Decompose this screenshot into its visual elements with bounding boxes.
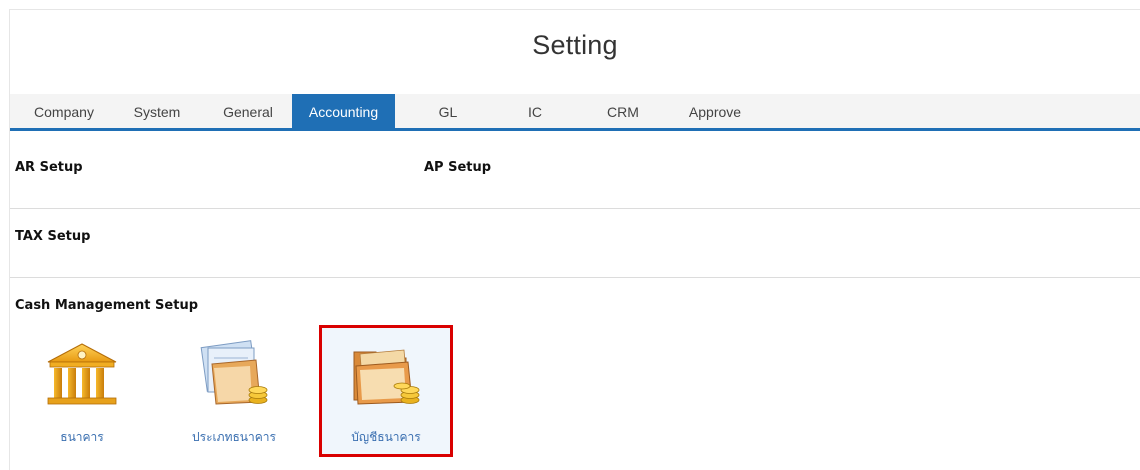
tab-approve[interactable]: Approve	[677, 94, 753, 128]
tile-label: ธนาคาร	[60, 430, 104, 444]
tab-company[interactable]: Company	[19, 94, 109, 128]
tab-general[interactable]: General	[206, 94, 290, 128]
section-tax-setup: TAX Setup	[15, 229, 91, 244]
tab-ic[interactable]: IC	[510, 94, 560, 128]
section-ap-setup: AP Setup	[424, 160, 492, 175]
section-divider	[10, 277, 1140, 278]
section-cash-management-setup: Cash Management Setup	[15, 298, 199, 313]
section-divider	[10, 208, 1140, 209]
tab-system[interactable]: System	[120, 94, 194, 128]
tile-bank[interactable]: ธนาคาร	[18, 328, 146, 454]
tile-bank-type[interactable]: ประเภทธนาคาร	[170, 328, 298, 454]
bank-type-folder-icon	[194, 340, 274, 410]
tab-accounting[interactable]: Accounting	[292, 94, 395, 128]
tile-label: ประเภทธนาคาร	[192, 430, 276, 444]
section-ar-setup: AR Setup	[15, 160, 83, 175]
tile-bank-account[interactable]: บัญชีธนาคาร	[319, 325, 453, 457]
settings-tab-bar: Company System General Accounting GL IC …	[10, 94, 1140, 131]
tile-label: บัญชีธนาคาร	[351, 430, 421, 444]
bank-building-icon	[42, 340, 122, 410]
page-title: Setting	[532, 30, 618, 60]
tab-gl[interactable]: GL	[420, 94, 476, 128]
tab-crm[interactable]: CRM	[593, 94, 653, 128]
bank-account-folder-icon	[346, 340, 426, 410]
